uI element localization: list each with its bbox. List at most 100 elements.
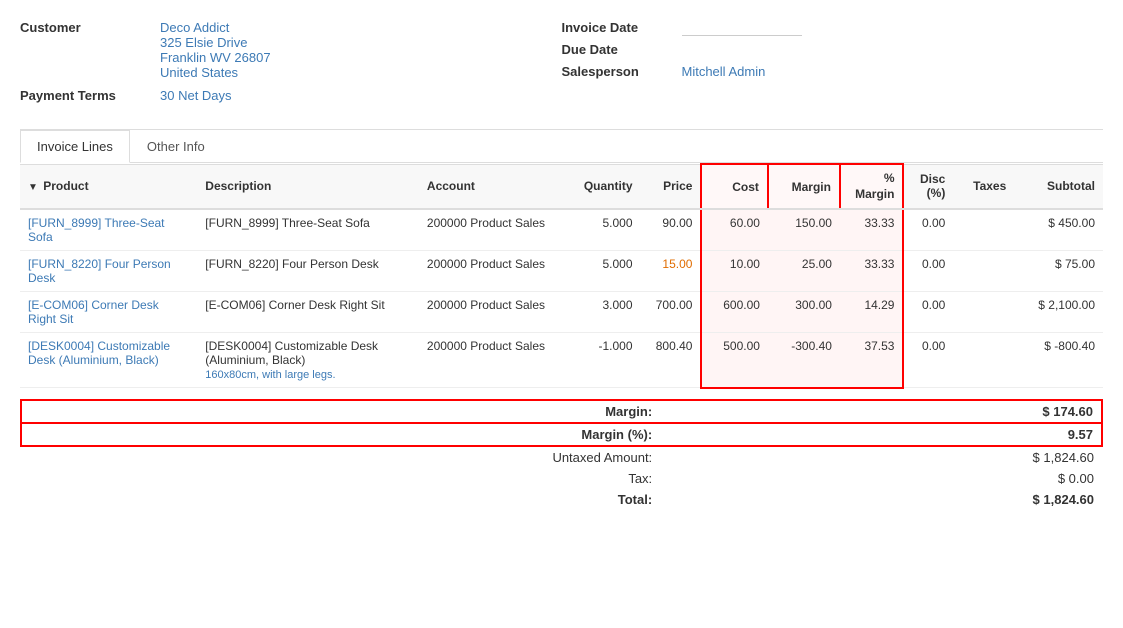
th-account: Account: [419, 164, 563, 209]
tabs-container: Invoice Lines Other Info: [20, 130, 1103, 163]
product-link[interactable]: [E-COM06] Corner Desk Right Sit: [28, 298, 159, 326]
payment-terms-value: 30 Net Days: [160, 88, 232, 103]
cell-margin-pct: 14.29: [840, 292, 904, 333]
invoice-table: ▼ Product Description Account Quantity P…: [20, 163, 1103, 389]
summary-total-row: Total: $ 1,824.60: [21, 489, 1102, 510]
summary-margin-pct-label: Margin (%):: [21, 423, 660, 446]
cell-description: [E-COM06] Corner Desk Right Sit: [197, 292, 419, 333]
payment-terms-label: Payment Terms: [20, 88, 160, 103]
summary-untaxed-row: Untaxed Amount: $ 1,824.60: [21, 446, 1102, 468]
cell-taxes: [953, 251, 1014, 292]
summary-tax-label: Tax:: [21, 468, 660, 489]
cell-cost: 10.00: [701, 251, 767, 292]
cell-taxes: [953, 209, 1014, 251]
summary-total-label: Total:: [21, 489, 660, 510]
th-price: Price: [641, 164, 702, 209]
invoice-date-value[interactable]: [682, 20, 802, 36]
cell-quantity: 5.000: [563, 209, 641, 251]
tab-other-info[interactable]: Other Info: [130, 130, 222, 163]
cell-margin-pct: 33.33: [840, 209, 904, 251]
customer-address2: Franklin WV 26807: [160, 50, 271, 65]
product-link[interactable]: [FURN_8999] Three-Seat Sofa: [28, 216, 165, 244]
cell-taxes: [953, 333, 1014, 388]
payment-terms-link[interactable]: 30 Net Days: [160, 88, 232, 103]
th-subtotal: Subtotal: [1014, 164, 1103, 209]
dropdown-arrow-icon: ▼: [28, 182, 38, 193]
header-right: Invoice Date Due Date Salesperson Mitche…: [562, 20, 1104, 109]
cell-product: [DESK0004] Customizable Desk (Aluminium,…: [20, 333, 197, 388]
due-date-label: Due Date: [562, 42, 682, 57]
salesperson-row: Salesperson Mitchell Admin: [562, 64, 1104, 79]
th-taxes: Taxes: [953, 164, 1014, 209]
customer-value: Deco Addict 325 Elsie Drive Franklin WV …: [160, 20, 271, 80]
desc-note: 160x80cm, with large legs.: [205, 369, 335, 381]
table-header-row: ▼ Product Description Account Quantity P…: [20, 164, 1103, 209]
customer-country: United States: [160, 65, 271, 80]
customer-label: Customer: [20, 20, 160, 35]
salesperson-link[interactable]: Mitchell Admin: [682, 64, 766, 79]
product-link[interactable]: [FURN_8220] Four Person Desk: [28, 257, 171, 285]
salesperson-label: Salesperson: [562, 64, 682, 79]
salesperson-value: Mitchell Admin: [682, 64, 766, 79]
table-row: [FURN_8999] Three-Seat Sofa [FURN_8999] …: [20, 209, 1103, 251]
summary-margin-pct-value: 9.57: [660, 423, 1102, 446]
customer-name[interactable]: Deco Addict: [160, 20, 271, 35]
th-quantity: Quantity: [563, 164, 641, 209]
table-body: [FURN_8999] Three-Seat Sofa [FURN_8999] …: [20, 209, 1103, 388]
cell-price: 800.40: [641, 333, 702, 388]
cell-price: 90.00: [641, 209, 702, 251]
th-disc: Disc(%): [903, 164, 953, 209]
summary-margin-pct-row: Margin (%): 9.57: [21, 423, 1102, 446]
cell-taxes: [953, 292, 1014, 333]
payment-terms-row: Payment Terms 30 Net Days: [20, 88, 562, 103]
due-date-value[interactable]: [682, 42, 802, 58]
table-row: [DESK0004] Customizable Desk (Aluminium,…: [20, 333, 1103, 388]
summary-margin-value: $ 174.60: [660, 400, 1102, 423]
cell-product: [FURN_8220] Four Person Desk: [20, 251, 197, 292]
cell-cost: 600.00: [701, 292, 767, 333]
header-section: Customer Deco Addict 325 Elsie Drive Fra…: [20, 20, 1103, 109]
th-description: Description: [197, 164, 419, 209]
summary-section: Margin: $ 174.60 Margin (%): 9.57 Untaxe…: [20, 399, 1103, 510]
cell-margin-pct: 37.53: [840, 333, 904, 388]
cell-cost: 60.00: [701, 209, 767, 251]
cell-subtotal: $ -800.40: [1014, 333, 1103, 388]
summary-untaxed-label: Untaxed Amount:: [21, 446, 660, 468]
th-margin-pct: %Margin: [840, 164, 904, 209]
cell-quantity: 5.000: [563, 251, 641, 292]
cell-margin-pct: 33.33: [840, 251, 904, 292]
summary-untaxed-value: $ 1,824.60: [660, 446, 1102, 468]
header-left: Customer Deco Addict 325 Elsie Drive Fra…: [20, 20, 562, 109]
invoice-lines-section: ▼ Product Description Account Quantity P…: [20, 163, 1103, 389]
invoice-date-label: Invoice Date: [562, 20, 682, 35]
table-row: [FURN_8220] Four Person Desk [FURN_8220]…: [20, 251, 1103, 292]
th-margin: Margin: [768, 164, 840, 209]
cell-description: [FURN_8999] Three-Seat Sofa: [197, 209, 419, 251]
th-cost: Cost: [701, 164, 767, 209]
cell-subtotal: $ 450.00: [1014, 209, 1103, 251]
tab-invoice-lines[interactable]: Invoice Lines: [20, 130, 130, 163]
cell-cost: 500.00: [701, 333, 767, 388]
summary-total-value: $ 1,824.60: [660, 489, 1102, 510]
invoice-date-row: Invoice Date: [562, 20, 1104, 36]
cell-product: [FURN_8999] Three-Seat Sofa: [20, 209, 197, 251]
customer-address1: 325 Elsie Drive: [160, 35, 271, 50]
cell-account: 200000 Product Sales: [419, 333, 563, 388]
cell-price: 700.00: [641, 292, 702, 333]
th-product[interactable]: ▼ Product: [20, 164, 197, 209]
cell-price: 15.00: [641, 251, 702, 292]
cell-disc: 0.00: [903, 251, 953, 292]
cell-description: [FURN_8220] Four Person Desk: [197, 251, 419, 292]
cell-margin: -300.40: [768, 333, 840, 388]
cell-disc: 0.00: [903, 209, 953, 251]
cell-quantity: 3.000: [563, 292, 641, 333]
cell-disc: 0.00: [903, 292, 953, 333]
summary-margin-label: Margin:: [21, 400, 660, 423]
cell-subtotal: $ 2,100.00: [1014, 292, 1103, 333]
cell-quantity: -1.000: [563, 333, 641, 388]
table-row: [E-COM06] Corner Desk Right Sit [E-COM06…: [20, 292, 1103, 333]
cell-description: [DESK0004] Customizable Desk (Aluminium,…: [197, 333, 419, 388]
product-link[interactable]: [DESK0004] Customizable Desk (Aluminium,…: [28, 339, 170, 367]
summary-tax-value: $ 0.00: [660, 468, 1102, 489]
cell-subtotal: $ 75.00: [1014, 251, 1103, 292]
